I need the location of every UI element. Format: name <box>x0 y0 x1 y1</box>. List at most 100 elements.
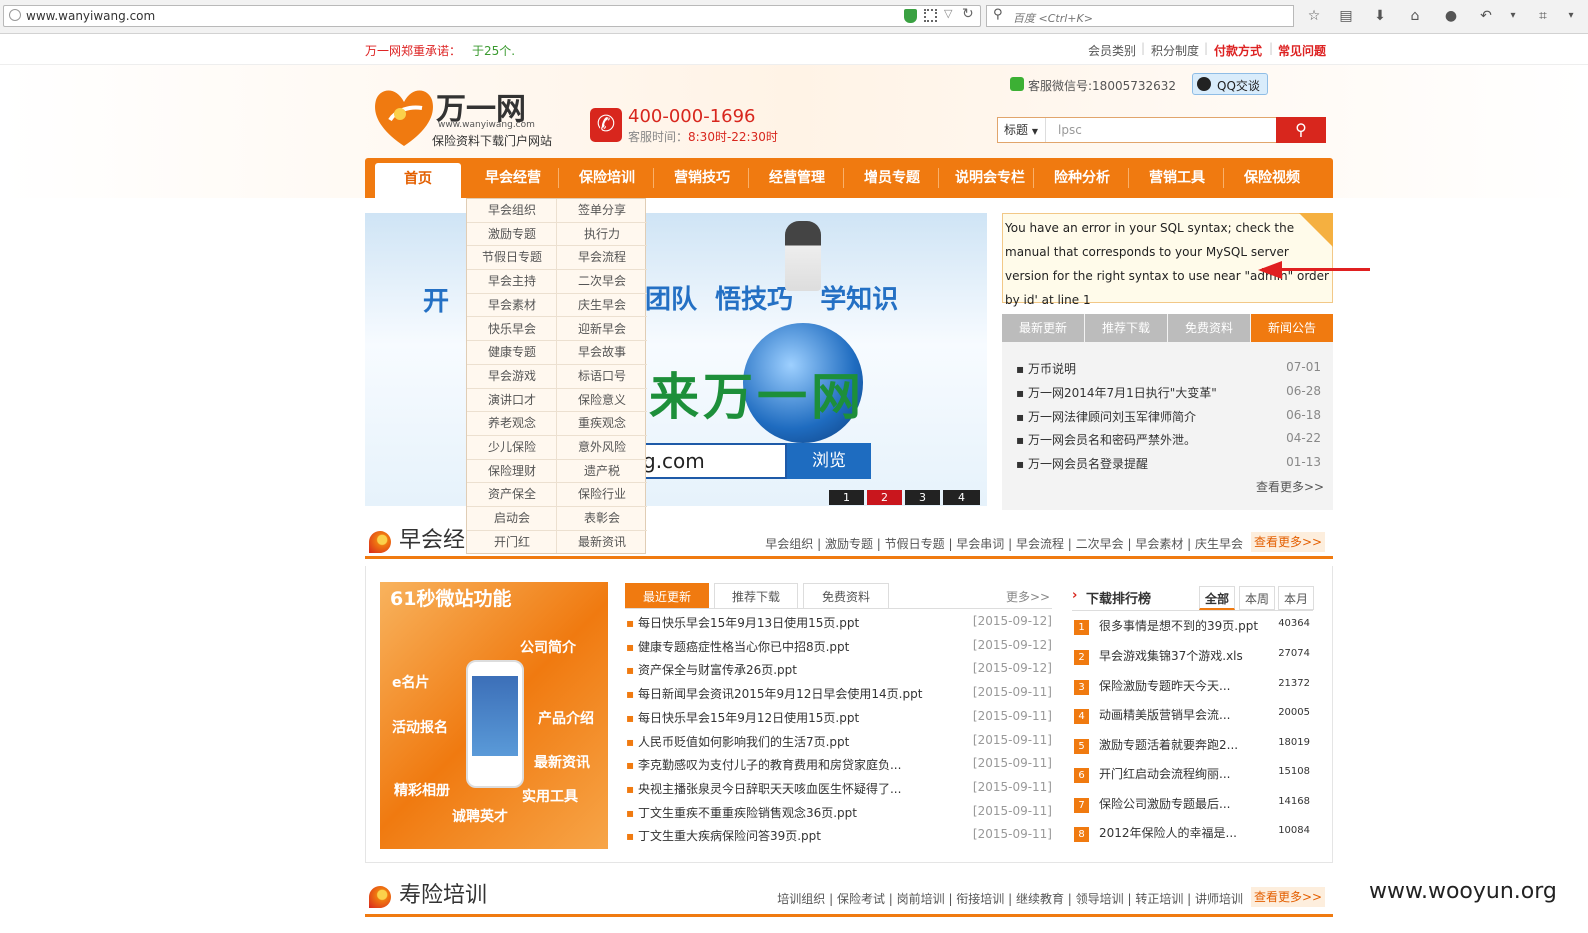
dropdown-item[interactable]: 早会主持 <box>467 270 557 294</box>
tab-news-announcements[interactable]: 新闻公告 <box>1251 314 1333 342</box>
search-input[interactable]: lpsc <box>1058 123 1082 137</box>
ranking-item[interactable]: 3 保险激励专题昨天今天... 21372 <box>1074 677 1310 695</box>
list-item[interactable]: ▪ 央视主播张泉灵今日辞职天天咳血医生怀疑得了... [2015-09-11] <box>626 780 1052 797</box>
dropdown-item[interactable]: 早会故事 <box>557 341 647 365</box>
nav-briefing[interactable]: 说明会专栏 <box>945 158 1035 198</box>
ranking-item[interactable]: 4 动画精美版营销早会流... 20005 <box>1074 706 1310 724</box>
dropdown-item[interactable]: 保险行业 <box>557 483 647 508</box>
dropdown-item[interactable]: 重疾观念 <box>557 412 647 436</box>
nav-marketing-skills[interactable]: 营销技巧 <box>662 158 742 198</box>
section-more-link[interactable]: 查看更多>> <box>1251 887 1325 907</box>
ranking-item[interactable]: 5 激励专题活着就要奔跑2... 18019 <box>1074 736 1310 754</box>
nav-morning-meeting[interactable]: 早会经营 <box>473 158 553 198</box>
news-item[interactable]: ▪ 万一网法律顾问刘玉军律师简介 06-18 <box>1016 408 1321 425</box>
nav-recruitment[interactable]: 增员专题 <box>852 158 932 198</box>
section-more-link[interactable]: 查看更多>> <box>1251 532 1325 552</box>
dropdown-item[interactable]: 签单分享 <box>557 199 647 223</box>
tab-recommended[interactable]: 推荐下载 <box>1085 314 1167 342</box>
list-item[interactable]: ▪ 资产保全与财富传承26页.ppt [2015-09-12] <box>626 661 1052 678</box>
qq-chat-button[interactable]: QQ交谈 <box>1192 73 1268 95</box>
link-payment[interactable]: 付款方式 <box>1214 42 1262 59</box>
nav-insurance-training[interactable]: 保险培训 <box>567 158 647 198</box>
section-links[interactable]: 培训组织 | 保险考试 | 岗前培训 | 衔接培训 | 继续教育 | 领导培训 … <box>777 890 1243 907</box>
dropdown-item[interactable]: 庆生早会 <box>557 294 647 318</box>
ranking-tab-all[interactable]: 全部 <box>1199 586 1235 610</box>
home-icon[interactable]: ⌂ <box>1407 8 1423 24</box>
dropdown-item[interactable]: 少儿保险 <box>467 436 557 460</box>
banner-slideshow[interactable]: 开 团队 悟技巧 学知识 来万一网 g.com 浏览 1 2 3 4 <box>365 213 987 506</box>
banner-page-3[interactable]: 3 <box>905 490 940 505</box>
download-icon[interactable]: ⬇ <box>1372 8 1388 24</box>
dropdown-item[interactable]: 资产保全 <box>467 483 557 508</box>
section-links[interactable]: 早会组织 | 激励专题 | 节假日专题 | 早会串词 | 早会流程 | 二次早会… <box>765 535 1243 552</box>
site-logo[interactable]: 万一网 www.wanyiwang.com 保险资料下载门户网站 <box>370 80 570 152</box>
tab-free-materials[interactable]: 免费资料 <box>803 583 889 609</box>
ranking-item[interactable]: 8 2012年保险人的幸福是... 10084 <box>1074 824 1310 842</box>
search-button[interactable]: ⚲ <box>1276 117 1326 143</box>
reading-list-icon[interactable]: ▤ <box>1338 8 1354 24</box>
list-item[interactable]: ▪ 每日快乐早会15年9月13日使用15页.ppt [2015-09-12] <box>626 614 1052 631</box>
banner-page-1[interactable]: 1 <box>829 490 864 505</box>
tab-latest-updates[interactable]: 最新更新 <box>1002 314 1084 342</box>
dropdown-item[interactable]: 遗产税 <box>557 460 647 484</box>
reload-icon[interactable]: ↻ <box>962 6 974 22</box>
dropdown-item[interactable]: 早会游戏 <box>467 365 557 389</box>
ranking-item[interactable]: 6 开门红启动会流程绚丽... 15108 <box>1074 765 1310 783</box>
nav-insurance-video[interactable]: 保险视频 <box>1232 158 1312 198</box>
dropdown-item[interactable]: 激励专题 <box>467 223 557 247</box>
dropdown-item[interactable]: 执行力 <box>557 223 647 247</box>
dropdown-item[interactable]: 早会素材 <box>467 294 557 318</box>
chat-icon[interactable]: ● <box>1443 8 1459 24</box>
dropdown-arrow-icon[interactable]: ▽ <box>944 7 952 20</box>
back-icon[interactable]: ↶ <box>1478 8 1494 24</box>
dropdown-item[interactable]: 迎新早会 <box>557 318 647 342</box>
list-item[interactable]: ▪ 健康专题癌症性格当心你已中招8页.ppt [2015-09-12] <box>626 638 1052 655</box>
dropdown-item[interactable]: 早会组织 <box>467 199 557 223</box>
menu-dropdown-icon[interactable]: ▾ <box>1505 8 1521 24</box>
nav-product-analysis[interactable]: 险种分析 <box>1042 158 1122 198</box>
ranking-item[interactable]: 2 早会游戏集锦37个游戏.xls 27074 <box>1074 647 1310 665</box>
dropdown-item[interactable]: 保险理财 <box>467 460 557 484</box>
link-member-types[interactable]: 会员类别 <box>1088 42 1136 59</box>
list-item[interactable]: ▪ 人民币贬值如何影响我们的生活7页.ppt [2015-09-11] <box>626 733 1052 750</box>
news-item[interactable]: ▪ 万一网2014年7月1日执行"大变革" 06-28 <box>1016 384 1321 401</box>
nav-management[interactable]: 经营管理 <box>757 158 837 198</box>
banner-page-2[interactable]: 2 <box>867 490 902 505</box>
dropdown-item[interactable]: 节假日专题 <box>467 246 557 271</box>
address-bar[interactable]: www.wanyiwang.com ▽ ↻ <box>3 5 981 27</box>
news-item[interactable]: ▪ 万一网会员名登录提醒 01-13 <box>1016 455 1321 472</box>
news-more-link[interactable]: 查看更多>> <box>1256 478 1324 495</box>
dropdown-item[interactable]: 标语口号 <box>557 365 647 389</box>
list-item[interactable]: ▪ 每日快乐早会15年9月12日使用15页.ppt [2015-09-11] <box>626 709 1052 726</box>
dropdown-item[interactable]: 健康专题 <box>467 341 557 365</box>
ranking-tab-week[interactable]: 本周 <box>1239 586 1275 610</box>
browser-search-box[interactable]: ⚲ 百度 <Ctrl+K> <box>986 5 1294 27</box>
news-item[interactable]: ▪ 万一网会员名和密码严禁外泄。 04-22 <box>1016 431 1321 448</box>
bookmark-star-icon[interactable]: ☆ <box>1306 8 1322 24</box>
link-faq[interactable]: 常见问题 <box>1278 42 1326 59</box>
address-url[interactable]: www.wanyiwang.com <box>26 9 155 23</box>
ranking-item[interactable]: 1 很多事情是想不到的39页.ppt 40364 <box>1074 617 1310 635</box>
nav-home[interactable]: 首页 <box>375 163 461 198</box>
dropdown-item[interactable]: 二次早会 <box>557 270 647 294</box>
microsite-promo-image[interactable]: 61秒微站功能 公司简介 e名片 产品介绍 活动报名 最新资讯 精彩相册 实用工… <box>380 582 608 849</box>
news-item[interactable]: ▪ 万币说明 07-01 <box>1016 360 1321 377</box>
ranking-tab-month[interactable]: 本月 <box>1278 586 1314 610</box>
dropdown-item[interactable]: 快乐早会 <box>467 318 557 342</box>
dropdown-item[interactable]: 意外风险 <box>557 436 647 460</box>
tab-free-resources[interactable]: 免费资料 <box>1168 314 1250 342</box>
banner-page-4[interactable]: 4 <box>943 490 980 505</box>
qrcode-icon[interactable] <box>924 9 937 22</box>
ranking-item[interactable]: 7 保险公司激励专题最后... 14168 <box>1074 795 1310 813</box>
dropdown-item[interactable]: 早会流程 <box>557 246 647 271</box>
tab-recent-updates[interactable]: 最近更新 <box>625 583 709 609</box>
nav-marketing-tools[interactable]: 营销工具 <box>1137 158 1217 198</box>
dropdown-item[interactable]: 保险意义 <box>557 389 647 413</box>
crop-icon[interactable]: ⌗ <box>1535 8 1551 24</box>
dropdown-item[interactable]: 演讲口才 <box>467 389 557 413</box>
more-menu-icon[interactable]: ▾ <box>1563 8 1579 24</box>
tab-recommended-downloads[interactable]: 推荐下载 <box>714 583 798 609</box>
link-points-system[interactable]: 积分制度 <box>1151 42 1199 59</box>
list-item[interactable]: ▪ 丁文生重疾不重重疾险销售观念36页.ppt [2015-09-11] <box>626 804 1052 821</box>
list-item[interactable]: ▪ 李克勤感叹为支付儿子的教育费用和房贷家庭负... [2015-09-11] <box>626 756 1052 773</box>
